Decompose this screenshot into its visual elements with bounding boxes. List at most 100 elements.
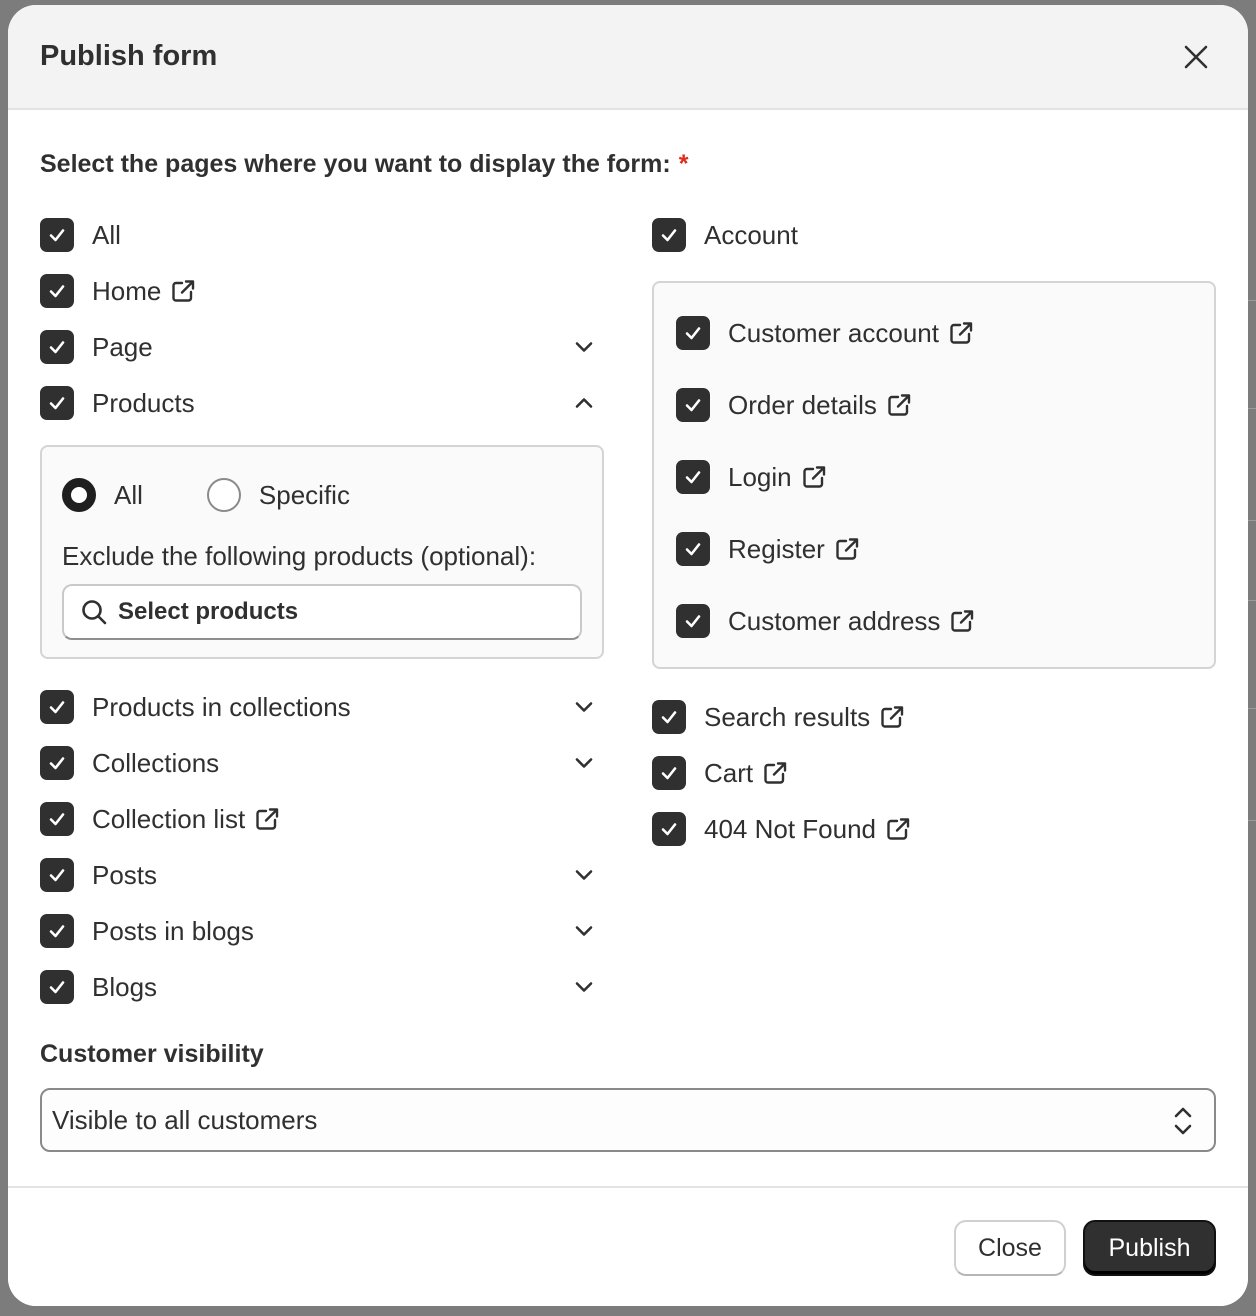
checkbox-row-cart: Cart xyxy=(652,745,1216,801)
products-in-collections-label: Products in collections xyxy=(92,691,351,722)
home-checkbox[interactable] xyxy=(40,274,74,308)
chevron-down-icon[interactable] xyxy=(570,973,598,1001)
customer-address-label: Customer address xyxy=(728,605,941,636)
close-button[interactable]: Close xyxy=(954,1220,1066,1276)
modal-footer: Close Publish xyxy=(8,1186,1248,1306)
checkbox-row-blogs: Blogs xyxy=(40,959,604,1015)
checkbox-row-all: All xyxy=(40,207,604,263)
left-items-bottom: Products in collections Collections Collec… xyxy=(40,679,604,1015)
checkmark-icon xyxy=(661,229,677,242)
radio-specific[interactable] xyxy=(206,478,241,512)
chevron-down-icon[interactable] xyxy=(570,749,598,777)
select-products-button[interactable]: Select products xyxy=(62,584,582,640)
external-link-icon[interactable] xyxy=(885,391,913,419)
chevron-up-icon[interactable] xyxy=(570,389,598,417)
collections-label: Collections xyxy=(92,747,220,778)
customer-address-checkbox[interactable] xyxy=(676,604,710,638)
products-in-collections-checkbox[interactable] xyxy=(40,690,74,724)
posts-in-blogs-label: Posts in blogs xyxy=(92,915,254,946)
checkmark-icon xyxy=(661,823,677,836)
account-checkbox[interactable] xyxy=(652,218,686,252)
external-link-icon[interactable] xyxy=(884,815,912,843)
checkbox-row-products: Products xyxy=(40,375,604,431)
checkbox-row-login: Login xyxy=(676,441,1192,513)
checkbox-row-customer-account: Customer account xyxy=(676,297,1192,369)
checkmark-icon xyxy=(49,757,65,770)
chevron-down-icon[interactable] xyxy=(570,333,598,361)
checkmark-icon xyxy=(661,711,677,724)
modal-title: Publish form xyxy=(40,40,218,72)
checkmark-icon xyxy=(685,399,701,412)
close-icon[interactable] xyxy=(1174,35,1218,79)
login-label: Login xyxy=(728,461,792,492)
checkmark-icon xyxy=(661,767,677,780)
backdrop-line xyxy=(1248,300,1256,301)
checkbox-row-page: Page xyxy=(40,319,604,375)
left-column: All Home Page Products All Specific Exclude… xyxy=(40,207,604,1015)
checkmark-icon xyxy=(49,397,65,410)
external-link-icon[interactable] xyxy=(800,463,828,491)
page-checkbox[interactable] xyxy=(40,330,74,364)
all-label: All xyxy=(92,219,121,250)
posts-in-blogs-checkbox[interactable] xyxy=(40,914,74,948)
checkmark-icon xyxy=(49,229,65,242)
publish-button[interactable]: Publish xyxy=(1083,1220,1216,1276)
customer-account-checkbox[interactable] xyxy=(676,316,710,350)
external-link-icon[interactable] xyxy=(878,703,906,731)
radio-all[interactable] xyxy=(62,478,96,512)
products-label: Products xyxy=(92,387,195,418)
collection-list-checkbox[interactable] xyxy=(40,802,74,836)
product-scope-radios: All Specific xyxy=(62,469,582,521)
external-link-icon[interactable] xyxy=(761,759,789,787)
cart-checkbox[interactable] xyxy=(652,756,686,790)
external-link-icon[interactable] xyxy=(169,277,197,305)
checkmark-icon xyxy=(685,327,701,340)
backdrop-line xyxy=(1248,600,1256,601)
order-details-label: Order details xyxy=(728,389,877,420)
products-options-panel: All Specific Exclude the following produ… xyxy=(40,445,604,659)
checkbox-row-search-results: Search results xyxy=(652,689,1216,745)
customer-visibility-value: Visible to all customers xyxy=(52,1104,318,1135)
checkmark-icon xyxy=(49,813,65,826)
posts-label: Posts xyxy=(92,859,158,890)
backdrop-line xyxy=(1248,520,1256,521)
backdrop-line xyxy=(1248,820,1256,821)
checkbox-row-customer-address: Customer address xyxy=(676,585,1192,657)
external-link-icon[interactable] xyxy=(948,607,976,635)
checkmark-icon xyxy=(49,285,65,298)
register-checkbox[interactable] xyxy=(676,532,710,566)
radio-specific-label: Specific xyxy=(258,479,350,510)
right-column: Account Customer account Order details Log… xyxy=(652,207,1216,857)
right-items-bottom: Search results Cart 404 Not Found xyxy=(652,689,1216,857)
checkbox-row-posts: Posts xyxy=(40,847,604,903)
chevron-down-icon[interactable] xyxy=(570,917,598,945)
external-link-icon[interactable] xyxy=(947,319,975,347)
checkbox-row-collection-list: Collection list xyxy=(40,791,604,847)
collections-checkbox[interactable] xyxy=(40,746,74,780)
products-checkbox[interactable] xyxy=(40,386,74,420)
search-icon xyxy=(82,600,107,625)
customer-account-label: Customer account xyxy=(728,317,939,348)
all-checkbox[interactable] xyxy=(40,218,74,252)
customer-visibility-select[interactable]: Visible to all customers xyxy=(40,1088,1216,1152)
order-details-checkbox[interactable] xyxy=(676,388,710,422)
posts-checkbox[interactable] xyxy=(40,858,74,892)
pages-section-label: Select the pages where you want to displ… xyxy=(40,150,1216,179)
checkbox-row-collections: Collections xyxy=(40,735,604,791)
home-label: Home xyxy=(92,275,162,306)
blogs-checkbox[interactable] xyxy=(40,970,74,1004)
search-results-checkbox[interactable] xyxy=(652,700,686,734)
cart-label: Cart xyxy=(704,757,754,788)
external-link-icon[interactable] xyxy=(253,805,281,833)
404-not-found-checkbox[interactable] xyxy=(652,812,686,846)
checkmark-icon xyxy=(685,543,701,556)
chevron-down-icon[interactable] xyxy=(570,861,598,889)
login-checkbox[interactable] xyxy=(676,460,710,494)
select-products-label: Select products xyxy=(118,598,299,625)
required-mark: * xyxy=(678,150,689,178)
blogs-label: Blogs xyxy=(92,971,158,1002)
search-results-label: Search results xyxy=(704,701,871,732)
external-link-icon[interactable] xyxy=(833,535,861,563)
checkbox-row-404-not-found: 404 Not Found xyxy=(652,801,1216,857)
chevron-down-icon[interactable] xyxy=(570,693,598,721)
